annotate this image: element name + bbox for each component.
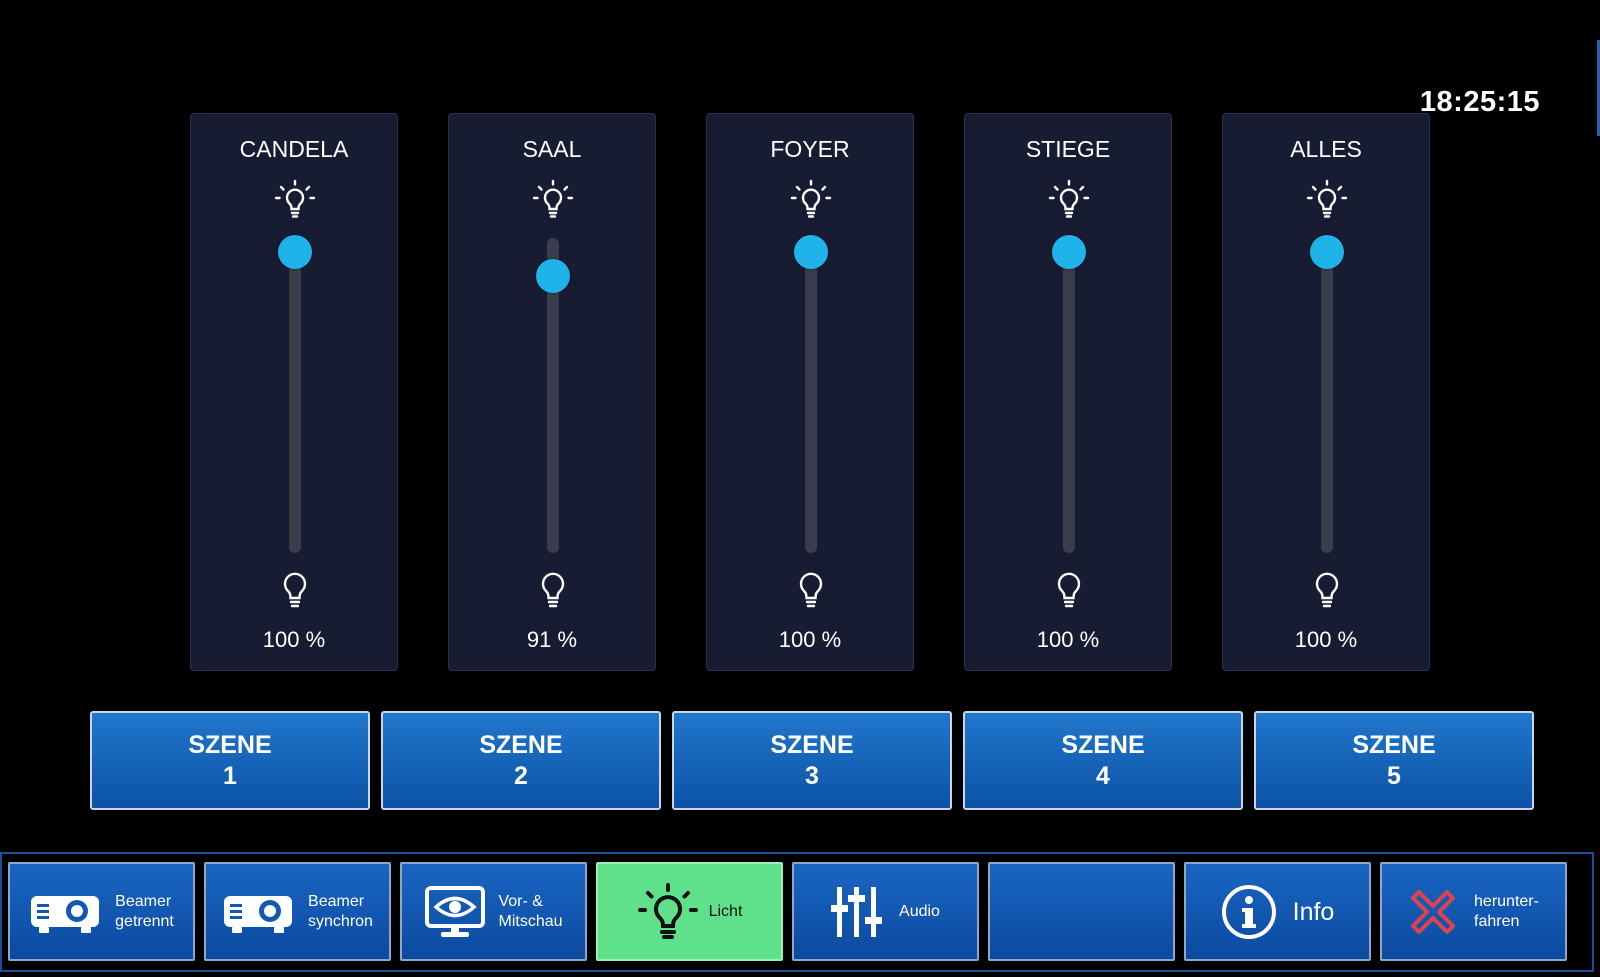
projector-icon [224, 895, 293, 933]
mixer-sliders-icon [831, 886, 883, 937]
light-panels: CANDELA 100 % SAAL 91 % FOYER 100 % STIE… [190, 113, 1430, 671]
info-icon [1221, 884, 1276, 939]
light-panel-title: CANDELA [239, 136, 349, 162]
light-on-icon [1048, 179, 1090, 218]
nav-label-line: fahren [1474, 912, 1520, 930]
nav-audio-button[interactable]: Audio [792, 862, 979, 961]
light-panel-title: SAAL [522, 136, 582, 162]
projector-icon [31, 895, 100, 933]
scene-number: 3 [805, 761, 819, 790]
scene-number: 5 [1387, 761, 1401, 790]
nav-label: Beamer getrennt [115, 892, 174, 932]
shutdown-x-icon [1411, 889, 1456, 934]
nav-label: herunter- fahren [1474, 892, 1539, 932]
scene-number: 4 [1096, 761, 1110, 790]
dimmer-value: 100 % [262, 627, 326, 652]
light-off-icon [541, 572, 565, 608]
nav-label: Info [1292, 897, 1335, 926]
nav-label-line: Beamer [115, 892, 172, 910]
dimmer-value: 100 % [778, 627, 842, 652]
dimmer-knob[interactable] [536, 259, 570, 294]
nav-label-line: Vor- & [498, 892, 543, 910]
nav-label: Beamer synchron [308, 892, 373, 932]
scene-2-button[interactable]: SZENE 2 [381, 711, 661, 810]
light-off-icon [1057, 572, 1081, 608]
bottom-navigation: Beamer getrennt Beamer synchron Vor- & M… [0, 852, 1594, 972]
nav-shutdown-button[interactable]: herunter- fahren [1380, 862, 1567, 961]
dimmer-track[interactable] [805, 238, 817, 553]
nav-label-line: getrennt [115, 912, 174, 930]
nav-label: Audio [899, 902, 940, 920]
dimmer-value: 100 % [1294, 627, 1358, 652]
scene-label: SZENE [1352, 730, 1436, 759]
light-on-icon [532, 179, 574, 218]
light-panel-title: FOYER [770, 136, 850, 162]
scene-label: SZENE [770, 730, 854, 759]
light-panel-alles: ALLES 100 % [1222, 113, 1430, 671]
light-on-icon [1306, 179, 1348, 218]
scene-1-button[interactable]: SZENE 1 [90, 711, 370, 810]
dimmer-knob[interactable] [1052, 235, 1086, 269]
dimmer-knob[interactable] [1310, 235, 1344, 269]
dimmer-knob[interactable] [794, 235, 828, 269]
dimmer-knob[interactable] [278, 235, 312, 269]
light-off-icon [799, 572, 823, 608]
nav-label: Licht [708, 902, 743, 920]
monitor-eye-icon [425, 885, 486, 937]
light-panel-candela: CANDELA 100 % [190, 113, 398, 671]
scene-label: SZENE [1061, 730, 1145, 759]
light-off-icon [1315, 572, 1339, 608]
scene-4-button[interactable]: SZENE 4 [963, 711, 1243, 810]
light-on-icon [790, 179, 832, 218]
nav-label-line: Beamer [308, 892, 365, 910]
dimmer-track[interactable] [1063, 238, 1075, 553]
nav-beamer-synchron-button[interactable]: Beamer synchron [204, 862, 391, 961]
nav-licht-button[interactable]: Licht [596, 862, 783, 961]
scene-number: 2 [514, 761, 528, 790]
nav-info-button[interactable]: Info [1184, 862, 1371, 961]
light-panel-saal: SAAL 91 % [448, 113, 656, 671]
dimmer-track[interactable] [1321, 238, 1333, 553]
light-panel-title: ALLES [1290, 136, 1362, 162]
light-panel-foyer: FOYER 100 % [706, 113, 914, 671]
scene-3-button[interactable]: SZENE 3 [672, 711, 952, 810]
nav-beamer-getrennt-button[interactable]: Beamer getrennt [8, 862, 195, 961]
nav-label-line: synchron [308, 912, 373, 930]
scene-label: SZENE [479, 730, 563, 759]
dimmer-value: 91 % [526, 627, 578, 652]
nav-empty-button[interactable] [988, 862, 1175, 961]
light-panel-title: STIEGE [1025, 136, 1111, 162]
light-panel-stiege: STIEGE 100 % [964, 113, 1172, 671]
nav-label-line: herunter- [1474, 892, 1539, 910]
dimmer-track[interactable] [289, 238, 301, 553]
light-on-icon [274, 179, 316, 218]
scene-number: 1 [223, 761, 237, 790]
nav-label: Vor- & Mitschau [498, 892, 562, 932]
light-off-icon [283, 572, 307, 608]
nav-vor-mitschau-button[interactable]: Vor- & Mitschau [400, 862, 587, 961]
nav-label-line: Mitschau [498, 912, 563, 930]
scene-5-button[interactable]: SZENE 5 [1254, 711, 1534, 810]
dimmer-value: 100 % [1036, 627, 1100, 652]
scene-label: SZENE [188, 730, 272, 759]
light-bulb-icon [637, 882, 698, 939]
clock: 18:25:15 [1419, 86, 1540, 118]
